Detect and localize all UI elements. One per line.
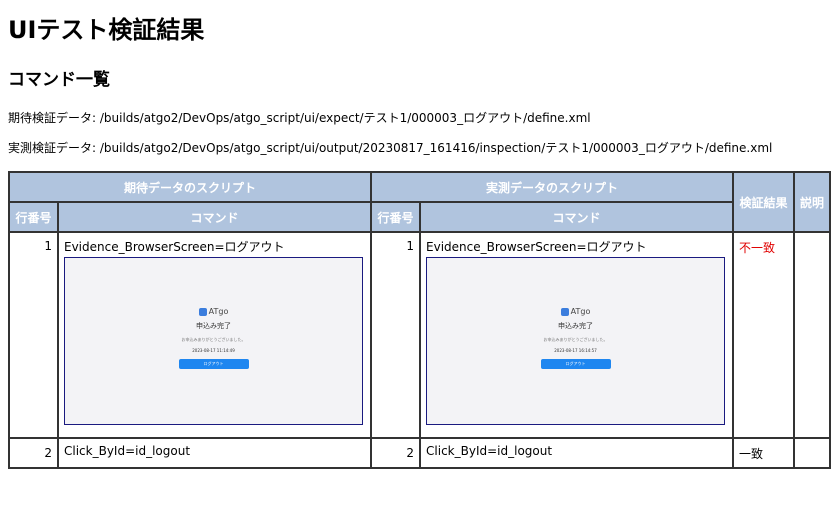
logo-mark-icon bbox=[198, 307, 207, 316]
section-title: コマンド一覧 bbox=[8, 70, 110, 90]
actual-command-cell: Click_ById=id_logout bbox=[419, 437, 735, 469]
shot-message: お申込みありがとうございました。 bbox=[543, 337, 608, 342]
page-title: UIテスト検証結果 bbox=[8, 16, 205, 44]
shot-logo-text: ATgo bbox=[570, 307, 591, 316]
actual-command: Evidence_BrowserScreen=ログアウト bbox=[426, 240, 647, 254]
shot-status: 申込み完了 bbox=[196, 322, 231, 330]
actual-line-no: 1 bbox=[370, 231, 422, 439]
logo-mark-icon bbox=[560, 307, 569, 316]
expected-command-cell: Evidence_BrowserScreen=ログアウト ATgo 申込み完了 … bbox=[56, 231, 373, 439]
expected-command-cell: Click_ById=id_logout bbox=[56, 437, 373, 469]
command-result-table: 期待データのスクリプト 実測データのスクリプト 検証結果 説明 行番号 コマンド… bbox=[7, 171, 832, 469]
actual-script-header: 実測データのスクリプト bbox=[370, 171, 735, 203]
description-cell bbox=[793, 437, 832, 469]
actual-screenshot: ATgo 申込み完了 お申込みありがとうございました。 2023-08-17 1… bbox=[426, 257, 726, 425]
actual-line-no: 2 bbox=[370, 437, 422, 469]
shot-timestamp: 2023-08-17 11:14:49 bbox=[192, 348, 235, 353]
expected-command: Click_ById=id_logout bbox=[64, 444, 191, 458]
shot-logo: ATgo bbox=[427, 306, 724, 318]
verification-result: 不一致 bbox=[732, 231, 796, 439]
expected-data-path: 期待検証データ: /builds/atgo2/DevOps/atgo_scrip… bbox=[8, 111, 591, 125]
table-row: 1 Evidence_BrowserScreen=ログアウト ATgo 申込み完… bbox=[8, 231, 832, 439]
expected-script-header: 期待データのスクリプト bbox=[7, 171, 373, 203]
shot-logo-text: ATgo bbox=[208, 307, 229, 316]
actual-command-cell: Evidence_BrowserScreen=ログアウト ATgo 申込み完了 … bbox=[419, 231, 735, 439]
verification-result: 一致 bbox=[732, 437, 796, 469]
actual-command-header: コマンド bbox=[419, 201, 735, 233]
shot-logout-button: ログアウト bbox=[178, 359, 249, 369]
actual-line-no-header: 行番号 bbox=[370, 201, 422, 233]
actual-command: Click_ById=id_logout bbox=[426, 444, 553, 458]
expected-line-no: 2 bbox=[8, 437, 59, 469]
shot-message: お申込みありがとうございました。 bbox=[181, 337, 246, 342]
description-cell bbox=[793, 231, 832, 439]
expected-screenshot: ATgo 申込み完了 お申込みありがとうございました。 2023-08-17 1… bbox=[64, 257, 363, 425]
expected-command-header: コマンド bbox=[56, 201, 373, 233]
expected-line-no-header: 行番号 bbox=[8, 201, 59, 233]
verification-result-header: 検証結果 bbox=[732, 171, 796, 233]
description-header: 説明 bbox=[793, 171, 832, 233]
actual-data-path: 実測検証データ: /builds/atgo2/DevOps/atgo_scrip… bbox=[8, 141, 773, 155]
expected-command: Evidence_BrowserScreen=ログアウト bbox=[64, 240, 285, 254]
shot-logo: ATgo bbox=[65, 306, 362, 318]
table-row: 2 Click_ById=id_logout 2 Click_ById=id_l… bbox=[8, 437, 832, 469]
expected-line-no: 1 bbox=[8, 231, 59, 439]
shot-timestamp: 2023-08-17 16:14:57 bbox=[554, 348, 597, 353]
shot-status: 申込み完了 bbox=[558, 322, 594, 330]
shot-logout-button: ログアウト bbox=[540, 359, 611, 369]
